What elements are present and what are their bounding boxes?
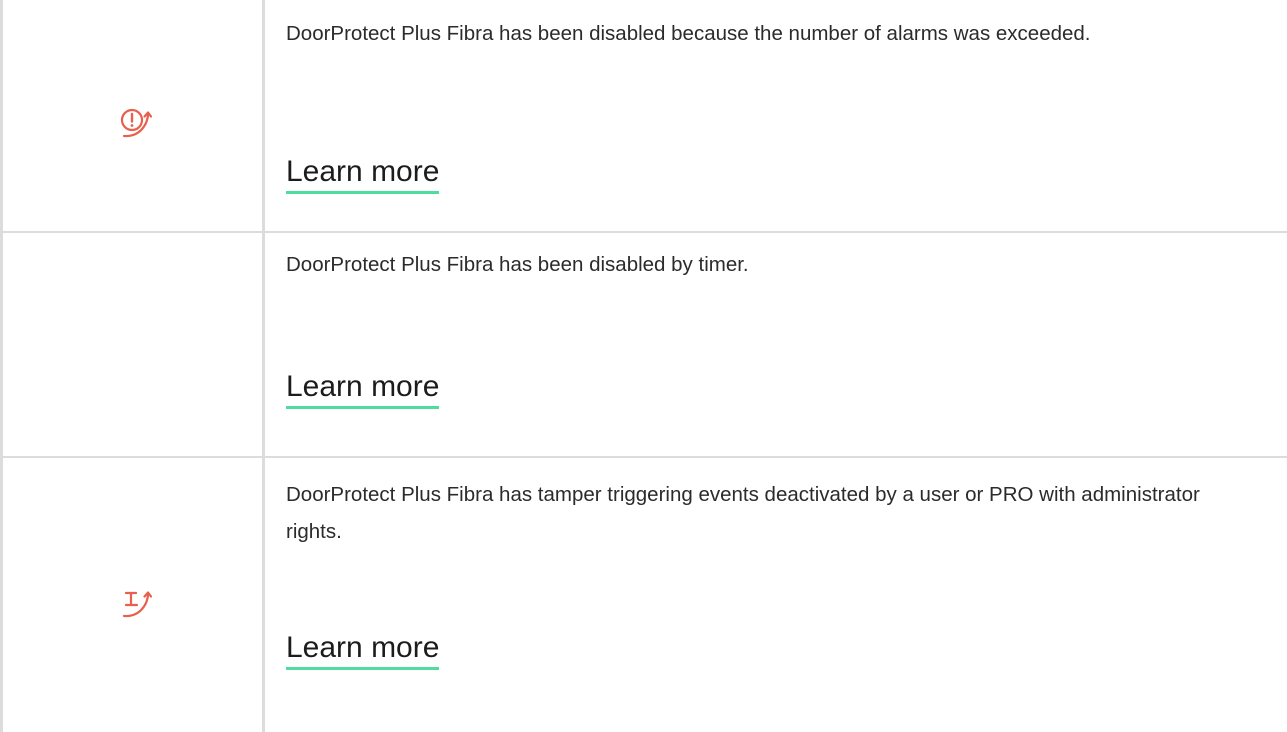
icon-cell <box>3 233 265 456</box>
content-cell: DoorProtect Plus Fibra has been disabled… <box>286 0 1257 194</box>
row-description: DoorProtect Plus Fibra has been disabled… <box>286 22 1091 45</box>
icon-cell <box>3 458 265 732</box>
alarm-limit-disabled-icon <box>120 108 153 138</box>
tamper-deactivated-icon <box>122 591 153 618</box>
learn-more-link[interactable]: Learn more <box>286 154 440 194</box>
icon-cell <box>3 0 265 231</box>
table-row: DoorProtect Plus Fibra has been disabled… <box>3 233 1287 458</box>
table-row: DoorProtect Plus Fibra has tamper trigge… <box>3 458 1287 732</box>
row-description: DoorProtect Plus Fibra has been disabled… <box>286 253 749 276</box>
learn-more-link[interactable]: Learn more <box>286 369 440 409</box>
row-description: DoorProtect Plus Fibra has tamper trigge… <box>286 483 1200 543</box>
content-cell: DoorProtect Plus Fibra has been disabled… <box>286 233 1257 409</box>
status-table: DoorProtect Plus Fibra has been disabled… <box>0 0 1287 732</box>
learn-more-link[interactable]: Learn more <box>286 630 440 670</box>
content-cell: DoorProtect Plus Fibra has tamper trigge… <box>286 458 1257 670</box>
table-row: DoorProtect Plus Fibra has been disabled… <box>3 0 1287 233</box>
